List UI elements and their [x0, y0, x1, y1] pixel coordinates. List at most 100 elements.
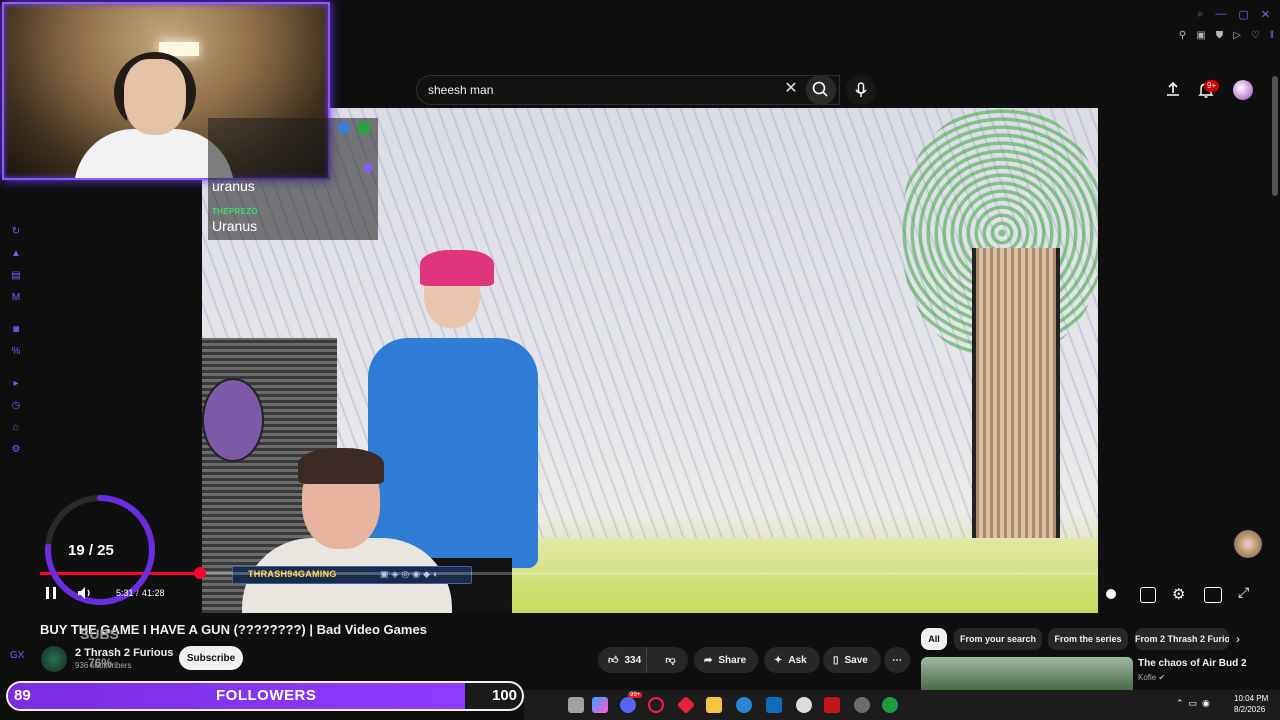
tab-icon[interactable]: ▣ — [1196, 30, 1205, 41]
maximize-icon[interactable]: ▢ — [1238, 8, 1248, 21]
chip-all[interactable]: All — [921, 628, 947, 650]
chat-overlay: uranus THEPREZO Uranus — [208, 118, 378, 240]
drawn-tree-trunk — [972, 248, 1060, 578]
streamer-head — [124, 59, 186, 135]
close-icon[interactable]: ✕ — [1261, 8, 1270, 21]
create-upload-icon[interactable] — [1164, 80, 1182, 98]
ask-button[interactable]: ✦ Ask — [764, 647, 820, 673]
discord-icon[interactable] — [620, 697, 636, 713]
chat-message-1: uranus — [212, 178, 255, 194]
m-icon[interactable]: M — [10, 292, 22, 304]
app-icon-g[interactable] — [824, 697, 840, 713]
recommendation-title[interactable]: The chaos of Air Bud 2 — [1138, 658, 1247, 669]
subs-goal-count: 19 / 25 — [68, 542, 114, 559]
dislike-button[interactable]: 👎︎ — [653, 647, 688, 673]
layers-icon[interactable]: ▤ — [10, 270, 22, 282]
pencil-badge-icon — [358, 122, 370, 134]
share-button[interactable]: ➦ Share — [694, 647, 758, 673]
twitch-icon[interactable]: ◙ — [10, 324, 22, 336]
autoplay-toggle[interactable] — [1106, 589, 1116, 599]
sub-badge-icon — [362, 162, 374, 174]
account-avatar[interactable] — [1233, 80, 1253, 100]
file-explorer-icon[interactable] — [706, 697, 722, 713]
help-icon[interactable] — [736, 697, 752, 713]
system-tray-icons[interactable]: ⌃▭◉ — [1176, 698, 1215, 709]
save-button[interactable]: ▯ Save — [823, 647, 881, 673]
verified-icon: ✔ — [1158, 673, 1166, 682]
opera-gx-icon[interactable] — [648, 697, 664, 713]
more-icon: ⋯ — [892, 654, 902, 666]
search-icon[interactable]: ⌕ — [1197, 8, 1203, 21]
discord-badge: 99+ — [628, 692, 643, 698]
clear-search-icon[interactable]: ✕ — [782, 80, 800, 98]
sparkle-icon: ✦ — [774, 654, 783, 666]
browser-extension-icons: ⚲ ▣ ⛊ ▷ ♡ ‖ — [1179, 30, 1274, 41]
browser-top-area — [330, 0, 1280, 72]
like-button[interactable]: 👍︎ 334 — [598, 647, 647, 673]
pin-icon[interactable]: ⚲ — [1179, 30, 1186, 41]
obs-icon[interactable] — [854, 697, 870, 713]
drawn-circle — [202, 378, 264, 462]
time-current: 5:31 / — [116, 588, 139, 598]
chip-from-the-series[interactable]: From the series — [1048, 628, 1128, 650]
microphone-icon — [855, 82, 867, 97]
minimize-icon[interactable]: — — [1215, 8, 1226, 21]
thumbs-down-icon: 👎︎ — [665, 655, 676, 666]
percent-icon[interactable]: % — [10, 346, 22, 358]
pause-button[interactable] — [44, 586, 58, 600]
page-scrollbar[interactable] — [1272, 76, 1278, 196]
subs-goal-label: SUBS — [80, 626, 119, 642]
share-label: Share — [718, 654, 747, 666]
sidebar-icon[interactable]: ‖ — [1270, 30, 1274, 41]
search-button[interactable] — [806, 75, 836, 105]
shield-icon[interactable]: ⛊ — [1216, 30, 1224, 41]
time-total: 41:28 — [142, 588, 165, 598]
captions-button[interactable] — [1140, 587, 1156, 603]
gx-icon[interactable]: GX — [10, 650, 24, 662]
followers-label: FOLLOWERS — [216, 687, 317, 704]
chip-from-your-search[interactable]: From your search — [954, 628, 1042, 650]
save-label: Save — [844, 654, 868, 666]
refresh-icon[interactable]: ↻ — [10, 226, 22, 238]
copilot-icon[interactable] — [592, 697, 608, 713]
settings-gear-icon[interactable]: ⚙ — [1172, 585, 1185, 603]
home-icon[interactable]: ⌂ — [10, 422, 22, 434]
ask-label: Ask — [788, 654, 807, 666]
hype-emote — [1234, 530, 1262, 558]
progress-scrubber[interactable] — [194, 567, 206, 579]
facecam-hair — [298, 448, 384, 484]
taskview-icon[interactable] — [568, 697, 584, 713]
left-rail: ↻ ▲ ▤ M ◙ % ▸ ◷ ⌂ ⚙ GX — [0, 180, 30, 680]
outlook-icon[interactable] — [766, 697, 782, 713]
heart-icon[interactable]: ♡ — [1251, 30, 1260, 41]
play-circle-icon[interactable]: ▸ — [10, 378, 22, 390]
play-icon[interactable]: ▷ — [1233, 30, 1241, 41]
chip-from-channel[interactable]: From 2 Thrash 2 Furious — [1135, 628, 1229, 650]
search-icon — [812, 81, 828, 97]
settings-icon[interactable]: ⚙ — [10, 444, 22, 456]
subscribe-button[interactable]: Subscribe — [179, 646, 243, 670]
chevron-right-icon[interactable]: › — [1236, 632, 1250, 646]
pause-icon — [46, 587, 56, 599]
fullscreen-icon[interactable]: ⤢ — [1238, 584, 1249, 601]
lock-icon[interactable]: ▲ — [10, 248, 22, 260]
voice-search-button[interactable] — [846, 75, 876, 105]
notification-count-badge: 9+ — [1204, 80, 1220, 92]
taskbar-time[interactable]: 10:04 PM — [1234, 694, 1268, 703]
share-icon: ➦ — [704, 654, 713, 666]
xbox-icon[interactable] — [882, 697, 898, 713]
person-cap — [420, 250, 494, 286]
taskbar-date[interactable]: 8/2/2026 — [1234, 705, 1265, 714]
channel-avatar[interactable] — [41, 646, 67, 672]
search-query[interactable]: sheesh man — [428, 83, 493, 97]
more-actions-button[interactable]: ⋯ — [884, 647, 910, 673]
chat-message-2: Uranus — [212, 218, 258, 234]
followers-goal: 100 — [492, 687, 518, 704]
steam-icon[interactable] — [796, 697, 812, 713]
clock-icon[interactable]: ◷ — [10, 400, 22, 412]
time-separator: / — [136, 588, 139, 598]
volume-button[interactable] — [76, 585, 94, 601]
like-dislike-group: 👍︎ 334 👎︎ — [598, 647, 688, 673]
followers-current: 89 — [14, 687, 31, 704]
theater-mode-button[interactable] — [1204, 587, 1222, 603]
